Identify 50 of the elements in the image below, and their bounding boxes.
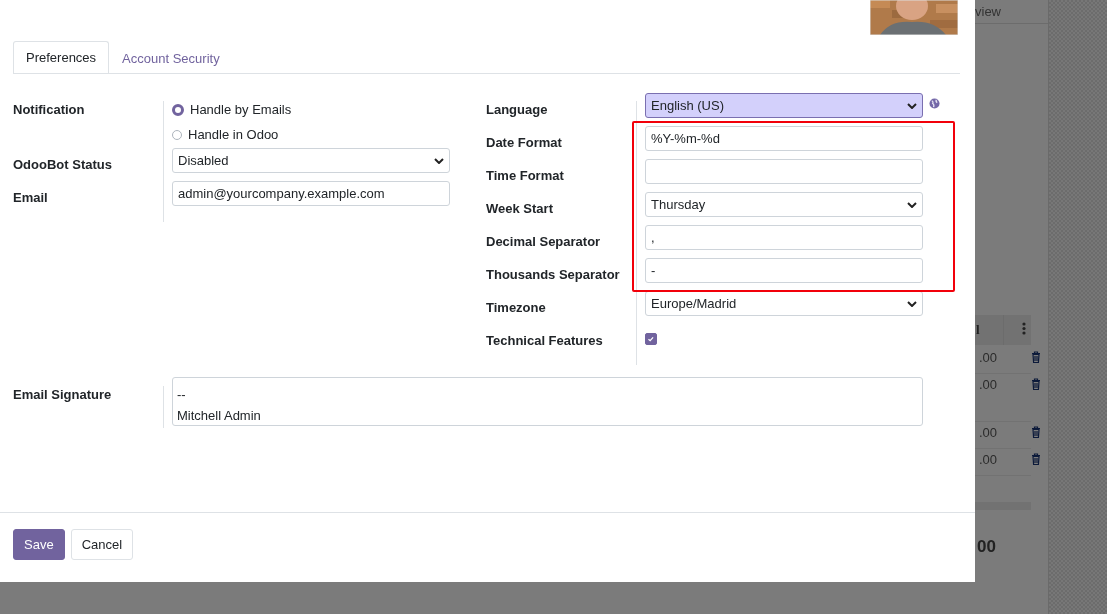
field-label: Timezone: [486, 299, 547, 317]
trash-icon[interactable]: [1031, 426, 1041, 438]
input-field[interactable]: %Y-%m-%d: [645, 126, 923, 151]
checkmark-icon: [646, 334, 656, 344]
tab[interactable]: Preferences: [13, 41, 110, 73]
table-footer: [975, 502, 1031, 510]
amount-cell-text: .00: [977, 350, 997, 365]
input-field[interactable]: [645, 159, 923, 184]
amount-cell-text: .00: [977, 425, 997, 440]
option-label[interactable]: Handle in Odoo: [188, 126, 279, 144]
trash-icon[interactable]: [1031, 453, 1041, 465]
amount-cell-text: .00: [977, 377, 997, 392]
radio-button[interactable]: [172, 130, 182, 140]
globe-icon[interactable]: [929, 98, 940, 109]
chevron-icon: [907, 300, 917, 307]
select-field[interactable]: Disabled: [172, 148, 450, 173]
table-header: [975, 315, 1031, 345]
input-field[interactable]: -: [645, 258, 923, 283]
column-header: l: [976, 322, 980, 338]
trash-icon[interactable]: [1031, 378, 1041, 390]
field-label: Language: [486, 101, 549, 119]
kebab-icon[interactable]: [1022, 322, 1026, 335]
input-field[interactable]: ,: [645, 225, 923, 250]
chevron-icon: [907, 102, 917, 109]
input-field[interactable]: admin@yourcompany.example.com: [172, 181, 450, 206]
chevron-icon: [434, 157, 444, 164]
field-label: Notification: [13, 101, 86, 119]
field-label: Week Start: [486, 200, 554, 218]
amount-cell-text: .00: [977, 452, 997, 467]
select-field[interactable]: Europe/Madrid: [645, 291, 923, 316]
signature-field[interactable]: -- Mitchell Admin: [172, 377, 923, 426]
tab[interactable]: Account Security: [109, 41, 233, 74]
save-button[interactable]: Save: [13, 529, 65, 560]
select-field[interactable]: Thursday: [645, 192, 923, 217]
field-label: Email: [13, 189, 49, 207]
option-label[interactable]: Handle by Emails: [190, 101, 292, 119]
total-amount: 00: [977, 537, 996, 557]
field-label: Time Format: [486, 167, 565, 185]
select-field[interactable]: English (US): [645, 93, 923, 118]
field-label: Thousands Separator: [486, 266, 621, 284]
field-label: OdooBot Status: [13, 156, 113, 174]
field-label: Email Signature: [13, 386, 113, 404]
field-label: Decimal Separator: [486, 233, 602, 251]
checkbox[interactable]: [645, 333, 657, 345]
chevron-icon: [907, 201, 917, 208]
radio-button[interactable]: [172, 104, 184, 116]
trash-icon[interactable]: [1031, 351, 1041, 363]
field-label: Technical Features: [486, 332, 604, 350]
field-label: Date Format: [486, 134, 563, 152]
cancel-button[interactable]: Cancel: [70, 529, 134, 560]
